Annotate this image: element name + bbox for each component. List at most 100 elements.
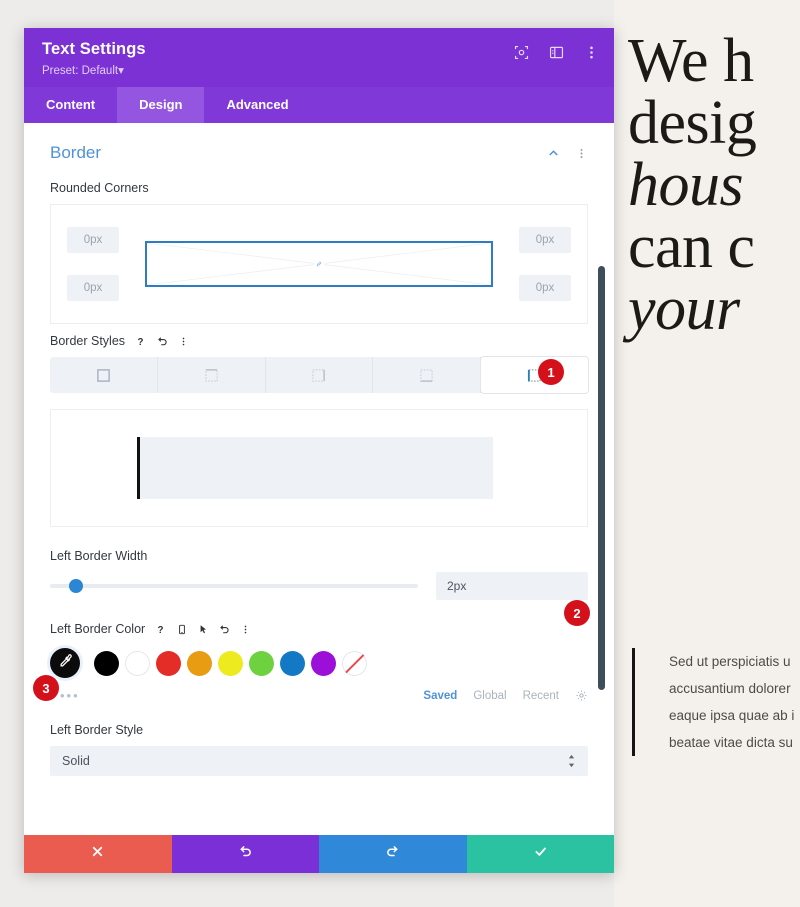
corner-preview-rect	[145, 241, 493, 287]
color-swatch-row	[50, 648, 588, 678]
text-settings-modal: Text Settings Preset: Default▾ Content D…	[24, 28, 614, 873]
body-line: beatae vitae dicta su	[669, 735, 793, 750]
preset-label: Preset: Default	[42, 65, 119, 77]
save-button[interactable]	[466, 835, 614, 873]
eyedropper-icon	[58, 653, 73, 673]
focus-target-icon[interactable]	[513, 44, 530, 61]
label-text: Border Styles	[50, 334, 126, 348]
swatch-purple[interactable]	[311, 650, 336, 676]
left-border-style-select[interactable]: Solid	[50, 746, 588, 776]
redo-icon	[385, 844, 400, 864]
headline-line: We h	[628, 27, 754, 95]
swatch-green[interactable]	[249, 650, 274, 676]
modal-footer	[24, 835, 614, 873]
preview-headline: We h desig hous can c your	[628, 30, 800, 340]
annotation-badge-2: 2	[564, 600, 590, 626]
rounded-corners-label: Rounded Corners	[50, 181, 588, 195]
corner-top-left-input[interactable]: 0px	[67, 227, 119, 253]
corner-bottom-right-input[interactable]: 0px	[519, 275, 571, 301]
annotation-badge-1: 1	[538, 359, 564, 385]
left-border-color-eyedropper[interactable]	[50, 648, 80, 678]
border-styles-all-option[interactable]	[50, 357, 158, 393]
help-icon[interactable]: ?	[134, 335, 147, 348]
headline-line: hous	[628, 151, 744, 219]
reset-icon[interactable]	[218, 623, 231, 636]
border-styles-top-option[interactable]	[158, 357, 266, 393]
label-text: Rounded Corners	[50, 181, 149, 195]
modal-tabs: Content Design Advanced	[24, 87, 614, 123]
preset-selector[interactable]: Preset: Default▾	[42, 63, 596, 77]
tab-content[interactable]: Content	[24, 87, 117, 123]
left-border-width-label: Left Border Width	[50, 549, 588, 563]
more-vertical-icon[interactable]	[583, 44, 600, 61]
palette-tab-saved[interactable]: Saved	[423, 690, 457, 702]
left-border-width-row: 2px	[50, 572, 588, 600]
border-styles-left-option[interactable]	[481, 357, 588, 393]
slider-handle[interactable]	[68, 579, 83, 593]
caret-down-icon: ▾	[118, 65, 124, 77]
gear-icon[interactable]	[575, 689, 588, 702]
corner-top-right-input[interactable]: 0px	[519, 227, 571, 253]
left-border-width-input[interactable]: 2px	[436, 572, 588, 600]
reset-icon[interactable]	[156, 335, 169, 348]
panel-layout-icon[interactable]	[548, 44, 565, 61]
label-text: Left Border Color	[50, 622, 146, 636]
border-styles-right-option[interactable]	[266, 357, 374, 393]
pointer-icon[interactable]	[197, 623, 209, 636]
headline-line: desig	[628, 89, 757, 157]
check-icon	[533, 844, 548, 864]
swatch-blue[interactable]	[280, 650, 305, 676]
modal-scrollbar-thumb[interactable]	[598, 266, 605, 690]
swatch-orange[interactable]	[187, 650, 212, 676]
border-styles-bottom-option[interactable]	[373, 357, 482, 393]
select-value: Solid	[62, 754, 90, 768]
more-vertical-icon[interactable]	[178, 335, 189, 348]
headline-line: your	[628, 275, 740, 343]
border-preview-swatch	[137, 437, 493, 499]
label-text: Left Border Style	[50, 723, 144, 737]
link-icon[interactable]	[314, 261, 324, 267]
chevron-up-icon[interactable]	[546, 146, 561, 161]
border-styles-label: Border Styles ?	[50, 334, 588, 348]
cancel-button[interactable]	[24, 835, 172, 873]
corner-bottom-left-input[interactable]: 0px	[67, 275, 119, 301]
body-line: Sed ut perspiciatis u	[669, 654, 791, 669]
border-styles-segmented	[50, 357, 588, 393]
tab-design[interactable]: Design	[117, 87, 205, 123]
swatch-black[interactable]	[94, 650, 119, 676]
modal-header: Text Settings Preset: Default▾	[24, 28, 614, 87]
undo-icon	[238, 844, 253, 864]
preview-body-text: Sed ut perspiciatis u accusantium dolore…	[632, 648, 800, 756]
swatch-transparent[interactable]	[342, 650, 367, 676]
swatch-white[interactable]	[125, 650, 150, 676]
modal-header-icons	[513, 44, 600, 61]
label-text: Left Border Width	[50, 549, 148, 563]
section-title: Border	[50, 143, 102, 162]
left-border-width-slider[interactable]	[50, 579, 418, 593]
select-arrows-icon	[567, 754, 576, 769]
modal-scroll-area: Border Rounded Corners 0px 0px 0px 0px B…	[24, 123, 614, 835]
svg-text:?: ?	[158, 624, 164, 635]
body-line: accusantium dolorer	[669, 681, 791, 696]
svg-text:?: ?	[138, 336, 144, 347]
swatch-yellow[interactable]	[218, 650, 243, 676]
mobile-icon[interactable]	[176, 623, 188, 636]
undo-button[interactable]	[171, 835, 319, 873]
tab-advanced[interactable]: Advanced	[204, 87, 310, 123]
body-line: eaque ipsa quae ab i	[669, 708, 795, 723]
palette-tab-recent[interactable]: Recent	[523, 690, 559, 702]
more-vertical-icon[interactable]	[575, 146, 588, 161]
swatch-red[interactable]	[156, 650, 181, 676]
rounded-corners-widget: 0px 0px 0px 0px	[50, 204, 588, 324]
left-border-style-label: Left Border Style	[50, 723, 588, 737]
border-section-header: Border	[50, 123, 588, 171]
headline-line: can c	[628, 213, 755, 281]
border-preview-box	[50, 409, 588, 527]
annotation-badge-3: 3	[33, 675, 59, 701]
help-icon[interactable]: ?	[154, 623, 167, 636]
redo-button[interactable]	[319, 835, 467, 873]
more-vertical-icon[interactable]	[240, 623, 251, 636]
palette-controls-row: ••• Saved Global Recent	[50, 688, 588, 703]
left-border-color-label: Left Border Color ?	[50, 622, 588, 636]
palette-tab-global[interactable]: Global	[473, 690, 506, 702]
